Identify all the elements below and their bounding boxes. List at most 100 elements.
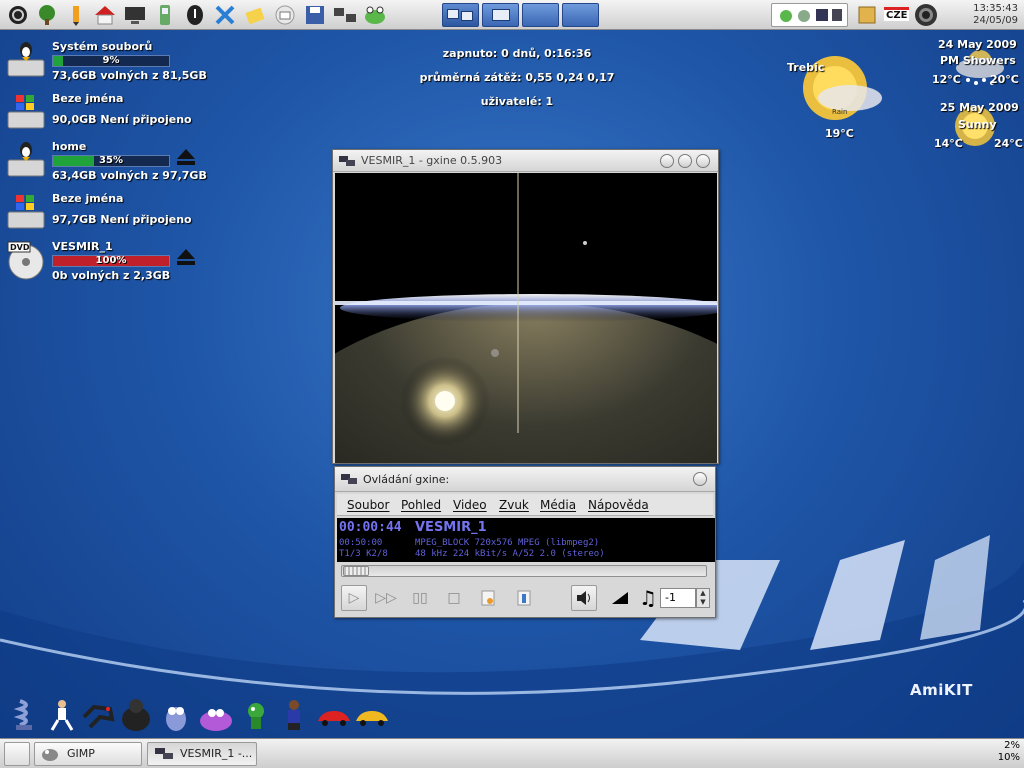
- close-button[interactable]: [696, 154, 710, 168]
- cpu-top: 2%: [1004, 740, 1020, 751]
- workspace-3[interactable]: [522, 3, 559, 27]
- character-icon[interactable]: [276, 697, 312, 733]
- close-button[interactable]: [693, 472, 707, 486]
- frog-icon[interactable]: [363, 3, 387, 27]
- menu-zvuk[interactable]: Zvuk: [499, 498, 529, 512]
- robot-dog-icon[interactable]: [80, 697, 116, 733]
- video-window[interactable]: VESMIR_1 - gxine 0.5.903: [332, 149, 719, 464]
- home-icon[interactable]: [93, 3, 117, 27]
- drive-usage-bar: 9%: [52, 55, 170, 67]
- workspace-2[interactable]: [482, 3, 519, 27]
- minimize-button[interactable]: [660, 154, 674, 168]
- volume-slider-icon[interactable]: [607, 585, 633, 611]
- drive-usage-bar: 35%: [52, 155, 170, 167]
- windows-drive-icon: [7, 195, 45, 229]
- workspace-1[interactable]: [442, 3, 479, 27]
- x-tools-icon[interactable]: [213, 3, 237, 27]
- menu-bar: Soubor Pohled Video Zvuk Média Nápověda: [337, 494, 713, 516]
- cpu-bottom: 10%: [997, 752, 1020, 763]
- seek-bar[interactable]: [341, 565, 707, 577]
- eject-icon[interactable]: [176, 148, 196, 166]
- cpu-monitor[interactable]: 2% 10%: [990, 740, 1020, 767]
- load-text: průměrná zátěž: 0,55 0,24 0,17: [419, 71, 615, 84]
- menu-soubor[interactable]: Soubor: [347, 498, 389, 512]
- time-current: 00:00:44: [339, 520, 402, 535]
- tray-icons[interactable]: [772, 4, 847, 26]
- video-display[interactable]: [335, 173, 717, 463]
- purple-blob-icon[interactable]: [198, 697, 234, 733]
- windows-drive-icon: [7, 95, 45, 129]
- video-frame-earth: [335, 173, 717, 463]
- owl-icon[interactable]: [158, 697, 194, 733]
- drive-percent: 35%: [99, 155, 123, 166]
- drive-system[interactable]: Systém souborů 9% 73,6GB volných z 81,5G…: [6, 40, 207, 85]
- drive-home[interactable]: home 35% 63,4GB volných z 97,7GB: [6, 140, 207, 185]
- uptime-text: zapnuto: 0 dnů, 0:16:36: [442, 47, 592, 60]
- tree-icon[interactable]: [35, 3, 59, 27]
- seek-handle[interactable]: [343, 566, 369, 576]
- drive-windows-1[interactable]: Beze jména 90,0GB Není připojeno: [6, 92, 206, 132]
- weather-day2-high: 24°C: [994, 137, 1023, 150]
- fast-forward-button[interactable]: ▷▷: [373, 585, 399, 611]
- notes-icon[interactable]: [855, 3, 879, 27]
- volume-knob-icon[interactable]: [914, 3, 938, 27]
- task-gxine[interactable]: VESMIR_1 -...: [147, 742, 257, 766]
- play-button[interactable]: ▷: [341, 585, 367, 611]
- clock[interactable]: 13:35:43 24/05/09: [948, 3, 1018, 27]
- show-desktop-button[interactable]: [4, 742, 30, 766]
- monitor-icon[interactable]: [123, 3, 147, 27]
- drive-name: Beze jména: [52, 192, 124, 205]
- save-icon[interactable]: [303, 3, 327, 27]
- menu-pohled[interactable]: Pohled: [401, 498, 441, 512]
- weather-current-temp: 19°C: [825, 127, 854, 140]
- drive-name: Beze jména: [52, 92, 124, 105]
- eject-media-icon[interactable]: [511, 585, 537, 611]
- menu-video[interactable]: Video: [453, 498, 487, 512]
- prince-icon[interactable]: [44, 697, 80, 733]
- red-car-icon[interactable]: [316, 697, 352, 733]
- notepad-icon[interactable]: [243, 3, 267, 27]
- drive-dvd[interactable]: DVD VESMIR_1 100% 0b volných z 2,3GB: [6, 240, 206, 285]
- gxine-icon: [341, 474, 357, 484]
- volume-speaker-icon[interactable]: [571, 585, 597, 611]
- gimp-icon: [42, 749, 58, 761]
- info-panel: 00:00:44 VESMIR_1 00:50:00 MPEG_BLOCK 72…: [337, 518, 715, 562]
- linux-drive-icon: [7, 142, 45, 177]
- eject-icon[interactable]: [176, 248, 196, 266]
- task-label: VESMIR_1 -...: [180, 747, 253, 760]
- drive-usage-bar: 100%: [52, 255, 170, 267]
- drive-info: 90,0GB Není připojeno: [52, 113, 192, 126]
- pencil-icon[interactable]: [64, 3, 88, 27]
- control-window[interactable]: Ovládání gxine: Soubor Pohled Video Zvuk…: [334, 466, 716, 618]
- drive-windows-2[interactable]: Beze jména 97,7GB Není připojeno: [6, 192, 206, 232]
- network-icon[interactable]: [333, 3, 357, 27]
- pause-button[interactable]: ▯▯: [407, 585, 433, 611]
- task-label: GIMP: [67, 747, 95, 760]
- gorilla-icon[interactable]: [118, 697, 154, 733]
- audio-channel-input[interactable]: -1: [660, 588, 696, 608]
- snapshot-icon[interactable]: [475, 585, 501, 611]
- green-creature-icon[interactable]: [238, 697, 274, 733]
- info-icon[interactable]: [183, 3, 207, 27]
- task-gimp[interactable]: GIMP: [34, 742, 142, 766]
- maximize-button[interactable]: [678, 154, 692, 168]
- media-title: VESMIR_1: [415, 520, 487, 535]
- top-panel: CZE 13:35:43 24/05/09: [0, 0, 1024, 30]
- users-text: uživatelé: 1: [480, 95, 554, 108]
- spring-tool-icon[interactable]: [8, 697, 44, 733]
- workspace-4[interactable]: [562, 3, 599, 27]
- menu-napoveda[interactable]: Nápověda: [588, 498, 649, 512]
- mail-icon[interactable]: [273, 3, 297, 27]
- yellow-car-icon[interactable]: [354, 697, 390, 733]
- control-window-titlebar[interactable]: Ovládání gxine:: [335, 467, 715, 492]
- amiga-icon[interactable]: [6, 3, 30, 27]
- control-window-title: Ovládání gxine:: [363, 473, 450, 486]
- stop-button[interactable]: □: [441, 585, 467, 611]
- phone-icon[interactable]: [153, 3, 177, 27]
- video-window-titlebar[interactable]: VESMIR_1 - gxine 0.5.903: [333, 150, 718, 172]
- menu-media[interactable]: Média: [540, 498, 576, 512]
- video-window-title: VESMIR_1 - gxine 0.5.903: [361, 154, 503, 167]
- spin-arrows[interactable]: ▲ ▼: [696, 588, 710, 608]
- drive-name: VESMIR_1: [52, 240, 113, 253]
- keyboard-layout[interactable]: CZE: [884, 7, 910, 21]
